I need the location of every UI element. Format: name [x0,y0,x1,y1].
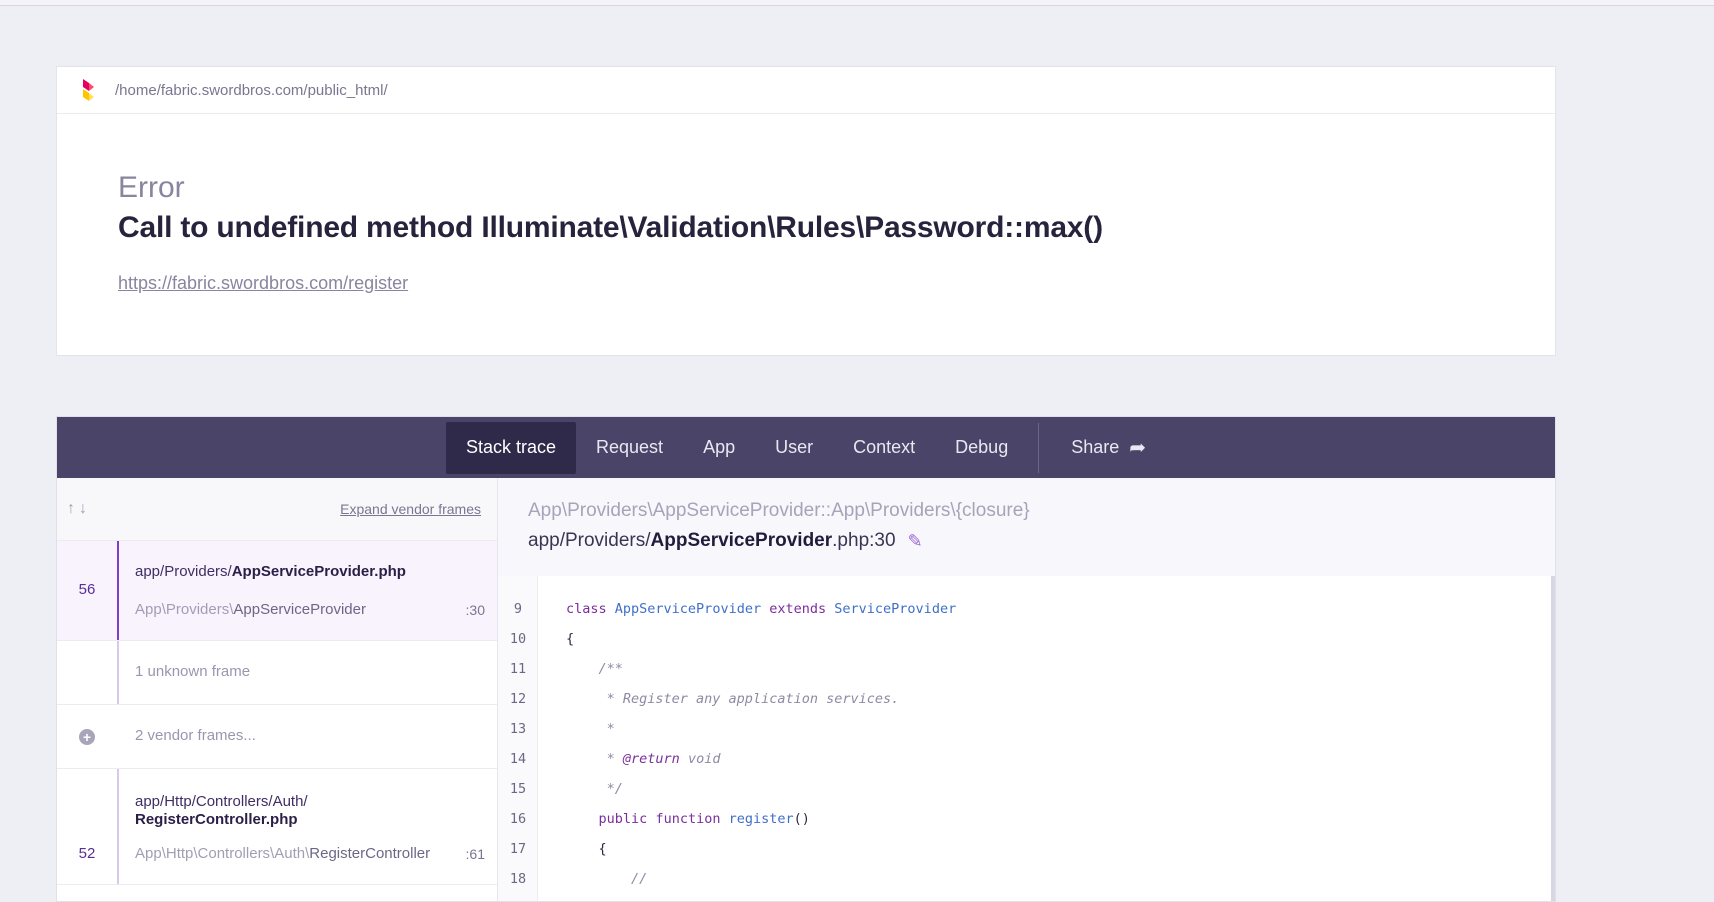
line-number: 16 [509,811,527,827]
tab-divider [1038,422,1040,473]
share-button[interactable]: Share ➦ [1051,422,1166,474]
plus-circle-icon: + [79,729,95,745]
code-type: ServiceProvider [834,601,957,617]
stack-frames-list: ↑↓ Expand vendor frames 56 app/Providers… [57,478,501,901]
frame-function: App\Providers\AppServiceProvider::App\Pr… [528,500,1030,521]
line-number: 11 [509,661,527,677]
line-number: 13 [509,721,527,737]
tab-bar: Stack trace Request App User Context Deb… [57,417,1555,478]
path-bar: /home/fabric.swordbros.com/public_html/ [57,67,1555,114]
line-number: 18 [509,871,527,887]
code-header: App\Providers\AppServiceProvider::App\Pr… [498,478,1555,576]
error-type: Error [118,171,185,204]
pencil-icon[interactable]: ✎ [908,531,923,552]
frame-file-prefix: app/Providers/ [135,563,232,580]
frame-file: app/Providers/AppServiceProvider.php [135,563,406,581]
code-comment: * [566,721,615,737]
code-line: 15 */ [498,774,1551,804]
code-line: 11 /** [498,654,1551,684]
share-label: Share [1071,437,1120,457]
frame-file-prefix: app/Http/Controllers/Auth/ [135,793,308,810]
frame-item[interactable]: 1 unknown frame [57,641,497,705]
code-line: 12 * Register any application services. [498,684,1551,714]
app-path: /home/fabric.swordbros.com/public_html/ [115,81,388,99]
code-scrollbar[interactable] [1551,576,1555,901]
line-number: 14 [509,751,527,767]
tab-context[interactable]: Context [833,422,935,474]
frame-item[interactable]: 52 app/Http/Controllers/Auth/RegisterCon… [57,769,497,885]
line-number: 15 [509,781,527,797]
frame-class-name: RegisterController [309,845,431,862]
frame-file-name: RegisterController.php [135,811,298,828]
frame-rail [117,541,119,640]
code-text: { [566,631,575,647]
frame-nav-arrows-icon[interactable]: ↑↓ [67,500,91,518]
code-viewer: App\Providers\AppServiceProvider::App\Pr… [497,478,1555,901]
code-type: AppServiceProvider [614,601,762,617]
frame-rail [117,769,119,884]
code-file-suffix: .php:30 [832,530,896,551]
code-comment: void [679,751,721,767]
code-line: 17 { [498,834,1551,864]
line-number: 17 [509,841,527,857]
top-border [0,0,1714,6]
frame-file: app/Http/Controllers/Auth/RegisterContro… [135,793,308,829]
frame-item[interactable]: 56 app/Providers/AppServiceProvider.php … [57,541,497,641]
code-comment: * [566,751,623,767]
code-doc-tag: @return [622,751,680,767]
details-panel: Stack trace Request App User Context Deb… [56,416,1556,902]
code-comment: * Register any application services. [566,691,900,707]
share-arrow-icon: ➦ [1129,437,1147,459]
line-number: 9 [513,601,523,617]
frame-class-name: AppServiceProvider [233,601,366,618]
frame-line: :30 [465,602,485,618]
expand-vendor-frames-link[interactable]: Expand vendor frames [340,501,481,517]
code-comment: /** [566,661,623,677]
code-line: 14 * @return void [498,744,1551,774]
code-keyword: class [566,601,607,617]
frame-number: 52 [78,845,96,862]
code-text: { [566,841,607,857]
error-header-card: /home/fabric.swordbros.com/public_html/ … [56,66,1556,356]
vendor-frames-label: 2 vendor frames... [135,727,256,744]
code-line: 16 public function register() [498,804,1551,834]
code-line: 13 * [498,714,1551,744]
tab-user[interactable]: User [755,422,833,474]
code-keyword: function [655,811,721,827]
frame-line: :61 [465,846,485,862]
tab-stack-trace[interactable]: Stack trace [445,421,577,474]
unknown-frame-label: 1 unknown frame [135,663,251,680]
code-file-prefix: app/Providers/ [528,530,651,551]
frame-rail [117,641,119,704]
code-line: 10 { [498,624,1551,654]
code-snippet: 9 class AppServiceProvider extends Servi… [498,576,1551,901]
code-comment: // [566,871,648,887]
code-text: () [793,811,810,827]
code-line: 18 // [498,864,1551,894]
error-message: Call to undefined method Illuminate\Vali… [118,211,1103,244]
code-function-name: register [728,811,794,827]
frame-file-path: app/Providers/AppServiceProvider .php:30 … [528,530,1555,552]
frame-number: 56 [78,581,96,598]
frames-header: ↑↓ Expand vendor frames [57,478,497,541]
code-keyword: public [598,811,648,827]
frame-class: App\Providers\AppServiceProvider [135,601,366,618]
code-keyword: extends [769,601,827,617]
frame-class: App\Http\Controllers\Auth\RegisterContro… [135,845,430,862]
line-number: 10 [509,631,527,647]
code-line: 9 class AppServiceProvider extends Servi… [498,594,1551,624]
ignition-logo-icon [79,77,97,103]
tab-request[interactable]: Request [576,422,683,474]
frame-class-prefix: App\Providers\ [135,601,234,618]
frame-file-name: AppServiceProvider.php [231,563,406,580]
vendor-frames-toggle[interactable]: + 2 vendor frames... [57,705,497,769]
line-number: 12 [509,691,527,707]
request-url-link[interactable]: https://fabric.swordbros.com/register [118,273,408,294]
code-file-name: AppServiceProvider [650,530,833,551]
code-comment: */ [566,781,623,797]
tab-app[interactable]: App [683,422,755,474]
tab-debug[interactable]: Debug [935,422,1028,474]
frame-class-prefix: App\Http\Controllers\Auth\ [135,845,310,862]
